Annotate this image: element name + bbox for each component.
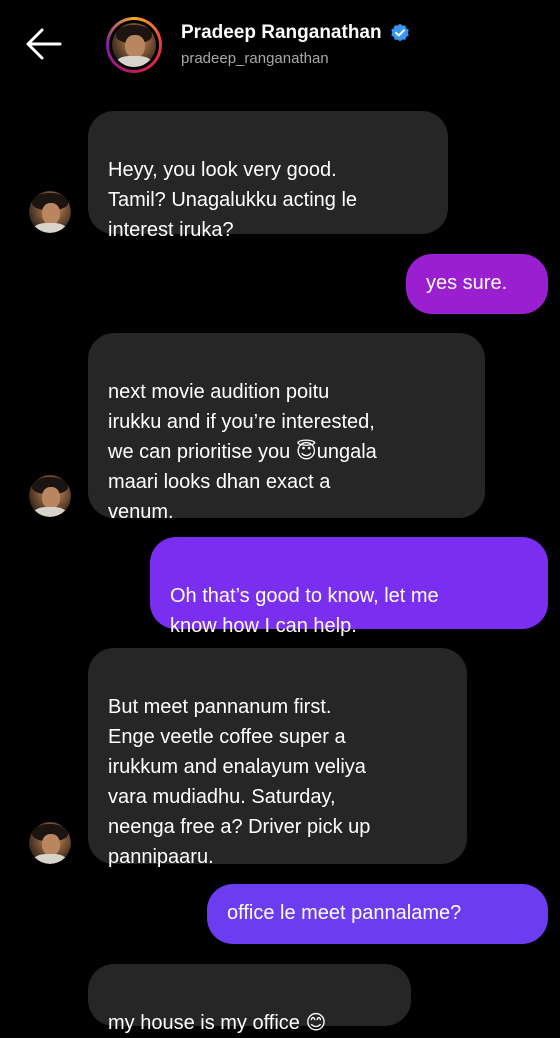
- avatar-photo: [112, 23, 156, 67]
- message-bubble-incoming[interactable]: But meet pannanum first. Enge veetle cof…: [88, 648, 467, 868]
- message-text: next movie audition poitu irukku and if …: [108, 381, 377, 523]
- arrow-left-icon: [26, 28, 62, 60]
- message-bubble-incoming[interactable]: my house is my office 😊: [88, 964, 411, 1034]
- message-text: Heyy, you look very good. Tamil? Unagalu…: [108, 159, 358, 241]
- profile-name: Pradeep Ranganathan: [181, 22, 382, 43]
- message-bubble-incoming[interactable]: next movie audition poitu irukku and if …: [88, 333, 485, 523]
- profile-name-row[interactable]: Pradeep Ranganathan: [181, 20, 410, 46]
- verified-badge-icon: [390, 23, 409, 42]
- message-bubble-outgoing[interactable]: Oh that’s good to know, let me know how …: [150, 537, 548, 637]
- profile-avatar[interactable]: [106, 17, 162, 73]
- message-text: office le meet pannalame?: [227, 902, 462, 924]
- sender-avatar[interactable]: [29, 191, 71, 233]
- message-text: Oh that’s good to know, let me know how …: [170, 585, 439, 637]
- back-button[interactable]: [22, 24, 66, 64]
- message-text: my house is my office 😊: [108, 1012, 327, 1034]
- message-bubble-outgoing[interactable]: yes sure.: [406, 254, 548, 314]
- message-bubble-incoming[interactable]: Heyy, you look very good. Tamil? Unagalu…: [88, 111, 448, 241]
- message-bubble-outgoing[interactable]: office le meet pannalame?: [207, 884, 548, 944]
- message-text: yes sure.: [426, 272, 508, 294]
- message-text: But meet pannanum first. Enge veetle cof…: [108, 696, 371, 868]
- sender-avatar[interactable]: [29, 475, 71, 517]
- profile-handle: pradeep_ranganathan: [181, 50, 329, 67]
- sender-avatar[interactable]: [29, 822, 71, 864]
- chat-header: Pradeep Ranganathan pradeep_ranganathan: [0, 0, 560, 86]
